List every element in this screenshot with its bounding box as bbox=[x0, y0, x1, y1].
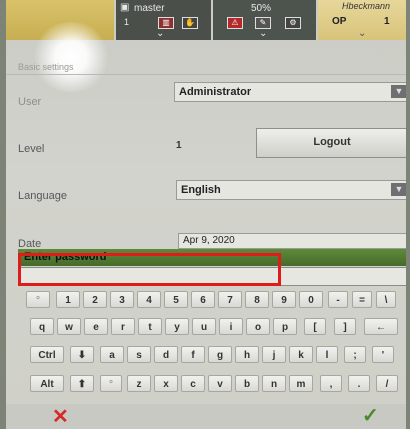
user-icon: ▣ bbox=[120, 2, 130, 13]
key[interactable]: w bbox=[57, 318, 81, 335]
key[interactable]: s bbox=[127, 346, 151, 363]
divider bbox=[6, 74, 406, 75]
key[interactable]: q bbox=[30, 318, 54, 335]
key[interactable]: f bbox=[181, 346, 205, 363]
screen-glare bbox=[31, 22, 111, 92]
user-select-value: Administrator bbox=[179, 86, 252, 98]
language-select[interactable]: English ▼ bbox=[176, 180, 406, 200]
shift-up-key[interactable]: ⬆ bbox=[70, 375, 94, 392]
key[interactable]: h bbox=[235, 346, 259, 363]
header-user-sub: 1 bbox=[124, 17, 130, 27]
key[interactable]: 2 bbox=[83, 291, 107, 308]
key[interactable]: e bbox=[84, 318, 108, 335]
key[interactable]: 3 bbox=[110, 291, 134, 308]
key[interactable]: z bbox=[127, 375, 151, 392]
action-bar: ✕ ✓ bbox=[6, 404, 406, 429]
key[interactable]: v bbox=[208, 375, 232, 392]
key[interactable]: l bbox=[316, 346, 338, 363]
key[interactable]: x bbox=[154, 375, 178, 392]
key[interactable]: / bbox=[376, 375, 398, 392]
key[interactable]: ° bbox=[26, 291, 50, 308]
zoom-percent: 50% bbox=[251, 3, 272, 14]
chevron-down-icon: ⌄ bbox=[358, 28, 367, 39]
key[interactable]: 5 bbox=[164, 291, 188, 308]
key[interactable]: d bbox=[154, 346, 178, 363]
chevron-down-icon: ⌄ bbox=[156, 28, 165, 39]
hmi-screen: ▣ master 1 ▥ ✋ ⌄ 50% ⚠ ✎ ⚙ ⌄ Hbeckmann O… bbox=[6, 0, 406, 429]
key[interactable]: - bbox=[328, 291, 348, 308]
backspace-key[interactable]: ← bbox=[364, 318, 398, 335]
alt-key[interactable]: Alt bbox=[30, 375, 64, 392]
breadcrumb: Basic settings bbox=[18, 62, 74, 72]
key[interactable]: i bbox=[219, 318, 243, 335]
key[interactable]: g bbox=[208, 346, 232, 363]
key[interactable]: = bbox=[352, 291, 372, 308]
key[interactable]: . bbox=[348, 375, 370, 392]
key[interactable]: u bbox=[192, 318, 216, 335]
user-label: User bbox=[18, 96, 42, 108]
key[interactable]: ' bbox=[372, 346, 394, 363]
language-label: Language bbox=[18, 190, 67, 202]
key[interactable]: r bbox=[111, 318, 135, 335]
level-label: Level bbox=[18, 143, 45, 155]
shift-down-key[interactable]: ⬇ bbox=[70, 346, 94, 363]
header-op-panel[interactable]: Hbeckmann OP 1 ⌄ bbox=[318, 0, 406, 40]
key[interactable]: 7 bbox=[218, 291, 242, 308]
key[interactable]: ] bbox=[334, 318, 356, 335]
key[interactable]: 9 bbox=[272, 291, 296, 308]
hand-icon: ✋ bbox=[182, 17, 198, 29]
header-user-name: master bbox=[134, 3, 165, 14]
key[interactable]: b bbox=[235, 375, 259, 392]
key[interactable]: c bbox=[181, 375, 205, 392]
chevron-down-icon: ⌄ bbox=[259, 28, 268, 39]
key[interactable]: y bbox=[165, 318, 189, 335]
key[interactable]: ° bbox=[100, 375, 122, 392]
settings-icon: ⚙ bbox=[285, 17, 301, 29]
key[interactable]: j bbox=[262, 346, 286, 363]
alarm-icon: ⚠ bbox=[227, 17, 243, 29]
date-field[interactable]: Apr 9, 2020 bbox=[178, 233, 406, 249]
on-screen-keyboard: ° 1 2 3 4 5 6 7 8 9 0 - = \ q w e r t y … bbox=[16, 288, 400, 400]
logout-button[interactable]: Logout bbox=[256, 128, 406, 158]
op-value: 1 bbox=[384, 16, 390, 27]
key[interactable]: 4 bbox=[137, 291, 161, 308]
key[interactable]: n bbox=[262, 375, 286, 392]
op-label: OP bbox=[332, 16, 347, 27]
cancel-icon[interactable]: ✕ bbox=[52, 404, 69, 429]
language-select-value: English bbox=[181, 184, 221, 196]
key[interactable]: m bbox=[289, 375, 313, 392]
highlight-box bbox=[18, 253, 281, 286]
key[interactable]: 8 bbox=[245, 291, 269, 308]
level-value: 1 bbox=[176, 140, 182, 151]
key[interactable]: 0 bbox=[299, 291, 323, 308]
chevron-down-icon[interactable]: ▼ bbox=[391, 85, 406, 98]
key[interactable]: ; bbox=[344, 346, 366, 363]
key[interactable]: 1 bbox=[56, 291, 80, 308]
ctrl-key[interactable]: Ctrl bbox=[30, 346, 64, 363]
key[interactable]: a bbox=[100, 346, 124, 363]
header-user-panel[interactable]: ▣ master 1 ▥ ✋ ⌄ bbox=[116, 0, 211, 40]
brand-logo: Hbeckmann bbox=[342, 1, 391, 11]
chevron-down-icon[interactable]: ▼ bbox=[391, 183, 406, 196]
key[interactable]: 6 bbox=[191, 291, 215, 308]
key[interactable]: o bbox=[246, 318, 270, 335]
key[interactable]: , bbox=[320, 375, 342, 392]
key[interactable]: [ bbox=[304, 318, 326, 335]
confirm-icon[interactable]: ✓ bbox=[362, 403, 379, 428]
key[interactable]: k bbox=[289, 346, 313, 363]
key[interactable]: p bbox=[273, 318, 297, 335]
key[interactable]: \ bbox=[376, 291, 396, 308]
user-select[interactable]: Administrator ▼ bbox=[174, 82, 406, 102]
key[interactable]: t bbox=[138, 318, 162, 335]
header-zoom-panel[interactable]: 50% ⚠ ✎ ⚙ ⌄ bbox=[213, 0, 316, 40]
